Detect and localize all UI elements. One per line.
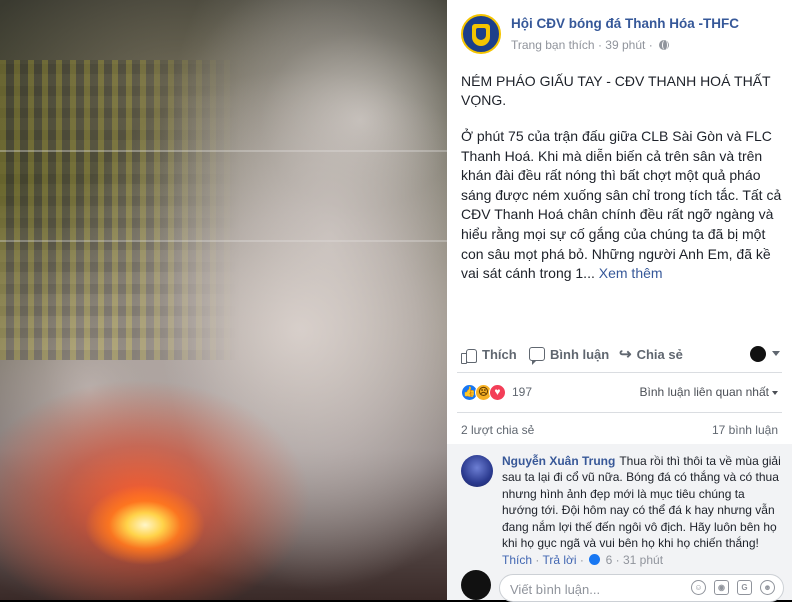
- like-button[interactable]: Thích: [461, 344, 517, 364]
- comment-label: Bình luận: [550, 346, 610, 362]
- post-stats: 2 lượt chia sẻ 17 bình luận: [461, 423, 778, 437]
- camera-icon[interactable]: ◉: [714, 580, 729, 595]
- like-label: Thích: [482, 346, 517, 362]
- post-panel: Hội CĐV bóng đá Thanh Hóa -THFC Trang bạ…: [447, 0, 792, 602]
- post-title: NÉM PHÁO GIẤU TAY - CĐV THANH HOÁ THẤT V…: [461, 73, 771, 108]
- share-icon: ↪: [619, 345, 632, 363]
- meta-separator: ·: [579, 553, 584, 567]
- comment-icon: [529, 347, 545, 365]
- comment: Nguyễn Xuân Trung Thua rồi thì thôi ta về…: [502, 453, 782, 551]
- post-time[interactable]: 39 phút: [605, 38, 645, 52]
- comment-sort-dropdown[interactable]: Bình luận liên quan nhất: [640, 385, 778, 399]
- sticker-icon[interactable]: ☻: [760, 580, 775, 595]
- gif-icon[interactable]: G: [737, 580, 752, 595]
- share-count[interactable]: 2 lượt chia sẻ: [461, 423, 534, 437]
- comment-input-placeholder[interactable]: Viết bình luận...: [510, 582, 600, 597]
- meta-separator: ·: [615, 553, 620, 567]
- love-reaction-icon: ♥: [489, 383, 506, 401]
- comment-reply-link[interactable]: Trả lời: [542, 553, 576, 567]
- page-name[interactable]: Hội CĐV bóng đá Thanh Hóa -THFC: [511, 16, 739, 31]
- like-icon: [461, 347, 477, 364]
- divider: [457, 372, 782, 373]
- post-header: Hội CĐV bóng đá Thanh Hóa -THFC Trang bạ…: [461, 12, 782, 54]
- globe-icon: [659, 39, 670, 50]
- meta-separator: ·: [597, 37, 602, 52]
- reactions-summary[interactable]: 👍 ☹ ♥ 197: [461, 382, 532, 402]
- comment-author[interactable]: Nguyễn Xuân Trung: [502, 454, 615, 468]
- divider: [457, 412, 782, 413]
- like-icon: [589, 554, 601, 565]
- meta-separator: ·: [648, 37, 653, 52]
- viewer-avatar[interactable]: [750, 346, 766, 362]
- reaction-count: 197: [512, 385, 533, 399]
- comment-button[interactable]: Bình luận: [529, 344, 610, 365]
- meta-label: Trang bạn thích: [511, 37, 595, 52]
- photo-smoke: [150, 0, 447, 600]
- post-body: Ở phút 75 của trận đấu giữa CLB Sài Gòn …: [461, 127, 786, 284]
- viewer-avatar: [461, 570, 491, 600]
- comment-time[interactable]: 31 phút: [623, 553, 663, 567]
- share-label: Chia sẻ: [636, 346, 683, 362]
- page-avatar[interactable]: [461, 14, 501, 54]
- emoji-icon[interactable]: ☺: [691, 580, 706, 595]
- comment-like-link[interactable]: Thích: [502, 553, 532, 567]
- comment-count[interactable]: 17 bình luận: [712, 423, 778, 437]
- see-more-link[interactable]: Xem thêm: [599, 265, 663, 281]
- comment-actions: Thích · Trả lời · 6 · 31 phút: [502, 553, 663, 567]
- share-button[interactable]: ↪ Chia sẻ: [619, 344, 683, 364]
- post-meta: Trang bạn thích · 39 phút ·: [511, 37, 670, 52]
- post-body-text: Ở phút 75 của trận đấu giữa CLB Sài Gòn …: [461, 128, 782, 282]
- comment-composer[interactable]: Viết bình luận... ☺ ◉ G ☻: [499, 574, 784, 602]
- commenter-avatar[interactable]: [461, 455, 493, 487]
- comment-text: Thua rồi thì thôi ta về mùa giải sau ta …: [502, 454, 781, 551]
- post-photo[interactable]: [0, 0, 447, 600]
- post-actions: Thích Bình luận ↪ Chia sẻ: [447, 340, 792, 368]
- meta-separator: ·: [535, 553, 540, 567]
- caret-down-icon[interactable]: [772, 351, 780, 356]
- comment-like-count: 6: [605, 553, 613, 567]
- composer-icons: ☺ ◉ G ☻: [691, 580, 775, 595]
